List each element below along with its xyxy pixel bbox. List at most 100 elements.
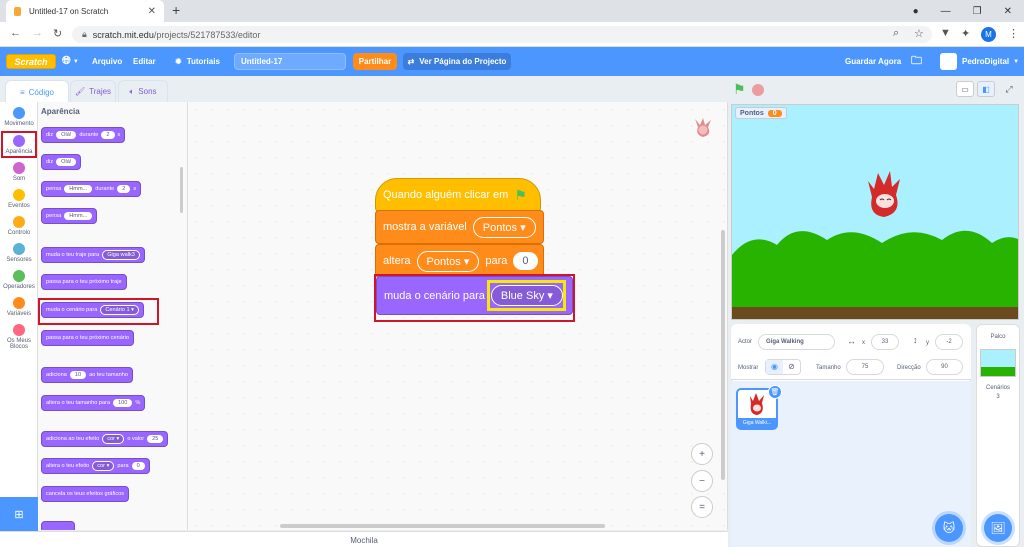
url-field[interactable]: 🔒︎ scratch.mit.edu/projects/521787533/ed… <box>72 26 932 43</box>
tab-sounds[interactable]: 🔈︎ Sons <box>118 80 168 102</box>
my-stuff-folder-icon[interactable]: 🗀︎ <box>911 47 922 76</box>
category-control[interactable]: Controlo <box>0 216 38 236</box>
block-partial[interactable] <box>41 521 75 530</box>
block-input[interactable]: 25 <box>147 435 164 443</box>
file-menu[interactable]: Arquivo <box>92 47 122 76</box>
block-input[interactable]: Hmm... <box>64 185 93 193</box>
x-input[interactable]: 33 <box>871 334 899 350</box>
eye-icon[interactable]: ◉ <box>766 360 783 374</box>
back-icon[interactable]: ← <box>10 27 21 39</box>
scratch-logo[interactable]: Scratch <box>6 54 56 69</box>
block-change-size[interactable]: adiciona 10 ao teu tamanho <box>41 367 133 383</box>
block-switch-costume[interactable]: muda o teu traje para Giga walk3 <box>41 247 145 263</box>
share-button[interactable]: Partilhar <box>353 53 397 70</box>
add-extension-button[interactable]: ⊞ <box>0 497 38 531</box>
y-input[interactable]: -2 <box>935 334 963 350</box>
zoom-reset-button[interactable]: = <box>691 496 713 518</box>
category-events[interactable]: Eventos <box>0 189 38 209</box>
zoom-magnifier-icon[interactable]: ⌕ <box>893 27 899 40</box>
tab-costumes[interactable]: 🖌︎ Trajes <box>70 80 116 102</box>
minimize-icon[interactable]: — <box>941 6 951 17</box>
size-input[interactable]: 75 <box>846 359 884 375</box>
eye-slash-icon[interactable]: ⊘ <box>783 360 800 374</box>
tutorials-button[interactable]: ✹ Tutoriais <box>175 47 220 76</box>
category-variables[interactable]: Variáveis <box>0 297 38 317</box>
choose-sprite-button[interactable]: 🐱︎ <box>935 514 963 542</box>
zoom-out-button[interactable]: − <box>691 470 713 492</box>
block-change-effect[interactable]: adiciona ao teu efeito cor ▾ o valor 25 <box>41 431 169 447</box>
block-when-flag-clicked[interactable]: Quando alguém clicar em ⚑ <box>375 178 541 212</box>
block-text: cancela os teus efeitos gráficos <box>46 491 125 497</box>
tab-code[interactable]: ≡ Código <box>5 80 69 103</box>
block-set-variable[interactable]: altera Pontos ▾ para 0 <box>375 244 544 278</box>
block-input[interactable]: Hmm... <box>64 212 93 220</box>
block-set-size[interactable]: altera o teu tamanho para 100% <box>41 395 146 411</box>
close-tab-icon[interactable]: ✕ <box>148 6 156 17</box>
zoom-in-button[interactable]: + <box>691 443 713 465</box>
extension-icon[interactable]: ▼ <box>940 27 951 39</box>
save-now-button[interactable]: Guardar Agora <box>845 47 901 76</box>
block-input[interactable]: 2 <box>101 131 115 139</box>
block-next-backdrop[interactable]: passa para o teu próximo cenário <box>41 330 135 346</box>
variable-dropdown[interactable]: Pontos ▾ <box>416 250 480 272</box>
new-tab-button[interactable]: + <box>172 2 180 18</box>
block-say[interactable]: diz Olá! <box>41 154 82 170</box>
block-input[interactable]: 100 <box>113 399 133 407</box>
block-dropdown[interactable]: cor ▾ <box>92 461 115 471</box>
block-set-effect[interactable]: altera o teu efeito cor ▾ para 0 <box>41 458 150 474</box>
stage-canvas[interactable] <box>731 104 1019 320</box>
category-sensing[interactable]: Sensores <box>0 243 38 263</box>
horizontal-scrollbar[interactable] <box>280 524 605 528</box>
category-sound[interactable]: Som <box>0 162 38 182</box>
forward-icon[interactable]: → <box>32 27 43 39</box>
profile-dropdown-icon[interactable]: ● <box>913 6 919 17</box>
account-menu[interactable]: PedroDigital ▼ <box>940 47 1019 76</box>
block-dropdown[interactable]: Giga walk3 <box>102 250 140 260</box>
block-dropdown[interactable]: cor ▾ <box>102 434 125 444</box>
maximize-icon[interactable]: ❐ <box>973 6 982 17</box>
extensions-puzzle-icon[interactable]: ✦ <box>961 27 970 40</box>
block-say-for-secs[interactable]: diz Olá! durante 2 s <box>41 127 126 143</box>
value-input[interactable]: 0 <box>513 252 538 270</box>
backpack-bar[interactable]: Mochila <box>0 531 728 547</box>
block-input[interactable]: Olá! <box>56 158 77 166</box>
edit-menu[interactable]: Editar <box>133 47 156 76</box>
close-window-icon[interactable]: ✕ <box>1004 6 1012 17</box>
fullscreen-icon[interactable]: ⤢ <box>1000 81 1018 97</box>
see-project-page-button[interactable]: ⇄ Ver Página do Projecto <box>403 53 511 70</box>
browser-tab[interactable]: Untitled-17 on Scratch ✕ <box>6 0 164 22</box>
stop-icon[interactable] <box>752 84 764 96</box>
vertical-scrollbar[interactable] <box>721 230 725 480</box>
profile-avatar[interactable]: M <box>981 27 996 42</box>
block-input[interactable]: 10 <box>69 371 87 379</box>
chrome-menu-icon[interactable]: ⋮ <box>1008 27 1019 40</box>
highlight-backdrop-dropdown <box>487 280 566 311</box>
green-flag-icon[interactable]: ⚑ <box>733 81 746 98</box>
block-think-for-secs[interactable]: pensa Hmm... durante 2 s <box>41 181 142 197</box>
normal-stage-icon[interactable]: ◧ <box>977 81 995 97</box>
block-think[interactable]: pensa Hmm... <box>41 208 98 224</box>
block-show-variable[interactable]: mostra a variável Pontos ▾ <box>375 210 544 244</box>
bookmark-star-icon[interactable]: ☆ <box>914 27 924 40</box>
palette-scrollbar[interactable] <box>180 167 183 213</box>
project-title-input[interactable]: Untitled-17 <box>234 53 346 70</box>
block-text: durante <box>79 132 99 138</box>
language-menu[interactable]: 🌐︎ ▼ <box>62 47 79 76</box>
category-dot-icon <box>13 162 25 174</box>
sprite-name-input[interactable]: Giga Walking <box>758 334 835 350</box>
block-clear-effects[interactable]: cancela os teus efeitos gráficos <box>41 486 130 502</box>
direction-input[interactable]: 90 <box>926 359 963 375</box>
small-stage-icon[interactable]: ▭ <box>956 81 974 97</box>
block-input[interactable]: 0 <box>131 462 145 470</box>
block-input[interactable]: 2 <box>117 185 131 193</box>
block-input[interactable]: Olá! <box>56 131 77 139</box>
block-next-costume[interactable]: passa para o teu próximo traje <box>41 274 127 290</box>
choose-backdrop-button[interactable]: 🖼︎ <box>984 514 1012 542</box>
delete-sprite-icon[interactable]: 🗑︎ <box>768 385 782 399</box>
variable-monitor[interactable]: Pontos 0 <box>735 107 787 119</box>
reload-icon[interactable]: ↻ <box>53 27 62 40</box>
category-motion[interactable]: Movimento <box>0 107 38 127</box>
category-operators[interactable]: Operadores <box>0 270 38 290</box>
category-my-blocks[interactable]: Os Meus Blocos <box>0 324 38 350</box>
variable-dropdown[interactable]: Pontos ▾ <box>472 216 536 238</box>
